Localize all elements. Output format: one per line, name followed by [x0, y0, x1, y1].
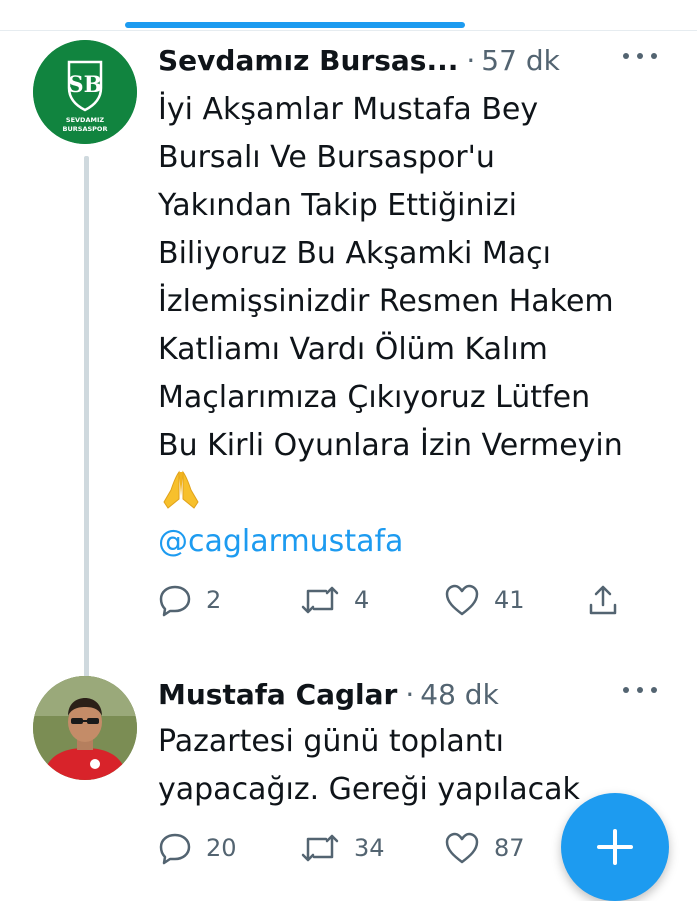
retweet-icon	[301, 834, 339, 862]
tweet-actions: 2 4 41	[158, 580, 638, 620]
compose-button[interactable]	[561, 793, 669, 901]
like-button[interactable]: 87	[444, 828, 525, 868]
reply-icon	[159, 833, 191, 865]
reply-button[interactable]: 2	[158, 580, 221, 620]
separator-dot: ·	[466, 43, 476, 77]
share-icon	[589, 585, 617, 615]
logo-initials: SB	[68, 72, 102, 98]
retweet-button[interactable]: 34	[300, 828, 385, 868]
tweet-header: Mustafa Caglar · 48 dk	[158, 674, 499, 714]
like-icon	[445, 832, 479, 864]
top-divider	[0, 30, 697, 31]
author-name[interactable]: Mustafa Caglar	[158, 678, 397, 711]
tweet-text: İyi Akşamlar Mustafa Bey Bursalı Ve Burs…	[158, 92, 623, 463]
thread-line	[84, 156, 89, 678]
separator-dot: ·	[405, 677, 415, 711]
reply-count: 20	[206, 834, 237, 862]
tweet-1[interactable]: SB SEVDAMIZ BURSASPOR Sevdamız Bursas...…	[0, 36, 697, 678]
mention-link[interactable]: @caglarmustafa	[158, 520, 403, 564]
reply-button[interactable]: 20	[158, 828, 237, 868]
retweet-count: 4	[354, 586, 370, 614]
tweet-time[interactable]: 48 dk	[420, 678, 499, 711]
avatar-sevdamiz-bursaspor[interactable]: SB SEVDAMIZ BURSASPOR	[33, 40, 137, 144]
share-button[interactable]	[586, 580, 620, 620]
logo-line-2: BURSASPOR	[63, 125, 108, 133]
like-count: 87	[494, 834, 525, 862]
retweet-count: 34	[354, 834, 385, 862]
like-count: 41	[494, 586, 525, 614]
tweet-time[interactable]: 57 dk	[481, 44, 560, 77]
more-icon[interactable]	[623, 684, 657, 696]
retweet-button[interactable]: 4	[300, 580, 369, 620]
praying-hands-emoji	[158, 466, 204, 512]
top-tab-indicator	[125, 22, 465, 28]
reply-icon	[159, 585, 191, 617]
more-icon[interactable]	[623, 50, 657, 62]
tweet-header: Sevdamız Bursas... · 57 dk	[158, 40, 560, 80]
retweet-icon	[301, 586, 339, 614]
compose-plus-icon	[597, 829, 633, 865]
logo-line-1: SEVDAMIZ	[66, 116, 104, 124]
like-button[interactable]: 41	[444, 580, 525, 620]
like-icon	[445, 584, 479, 616]
avatar-mustafa-caglar[interactable]	[33, 676, 137, 780]
author-name[interactable]: Sevdamız Bursas...	[158, 44, 458, 77]
reply-count: 2	[206, 586, 222, 614]
